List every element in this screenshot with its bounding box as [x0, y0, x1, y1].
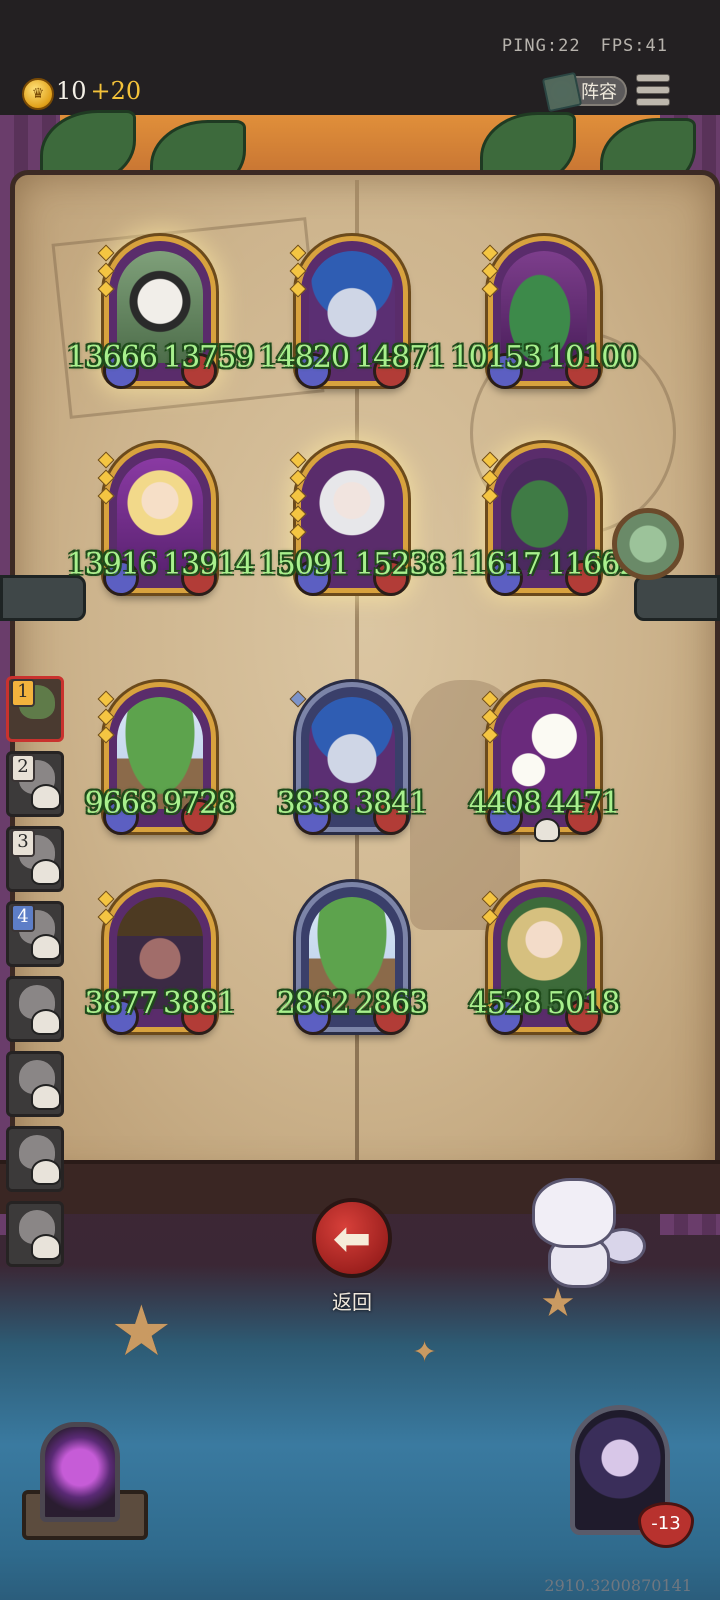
team-slot-1[interactable]: 1 — [6, 676, 64, 742]
hp-right-value: 13759 — [163, 340, 254, 375]
star-rank — [481, 690, 499, 744]
hp-readout: 13666 13759 — [60, 340, 260, 375]
hp-left-value: 11617 — [450, 547, 542, 582]
skull-icon — [31, 859, 61, 885]
stopwatch-item-icon[interactable] — [612, 508, 684, 580]
hp-right-value: 14871 — [355, 340, 446, 375]
hp-left-value: 15091 — [258, 547, 350, 582]
slot-number: 2 — [11, 754, 35, 782]
star-rank — [97, 451, 115, 505]
gold-income: +20 — [90, 77, 142, 105]
hp-readout: 2862 2863 — [252, 986, 452, 1021]
hp-left-value: 2862 — [276, 986, 350, 1021]
skull-icon — [31, 1159, 61, 1185]
lineup-label: 阵容 — [581, 82, 617, 103]
hp-right-value: 5018 — [547, 986, 620, 1021]
back-button[interactable]: ⬅ — [312, 1198, 392, 1278]
hp-readout: 3838 3841 — [252, 786, 452, 821]
hamburger-menu-icon[interactable] — [636, 74, 670, 106]
hp-left-value: 4528 — [468, 986, 542, 1021]
skull-icon — [31, 1009, 61, 1035]
team-slot-5[interactable] — [6, 976, 64, 1042]
team-slot-3[interactable]: 3 — [6, 826, 64, 892]
skull-icon — [31, 1084, 61, 1110]
hp-readout: 3877 3881 — [60, 986, 260, 1021]
hp-left-value: 9668 — [84, 786, 158, 821]
hp-left-value: 13666 — [66, 340, 158, 375]
star-rank — [289, 451, 307, 541]
hp-readout: 4408 4471 — [444, 786, 644, 821]
portal-icon[interactable] — [40, 1422, 120, 1522]
hp-readout: 10153 10100 — [444, 340, 644, 375]
version-text: 2910.3200870141 — [544, 1576, 692, 1595]
hp-right-value: 3841 — [355, 786, 428, 821]
team-slot-7[interactable] — [6, 1126, 64, 1192]
hp-right-value: 9728 — [163, 786, 236, 821]
hp-left-value: 4408 — [468, 786, 542, 821]
lineup-book-icon — [541, 71, 583, 113]
slot-number: 4 — [11, 904, 35, 932]
book-clamp-right — [634, 575, 720, 621]
crown-coin-icon: ♛ — [22, 78, 54, 110]
hp-right-value: 3881 — [163, 986, 236, 1021]
team-slot-6[interactable] — [6, 1051, 64, 1117]
ping-readout: PING:22 — [501, 36, 581, 56]
hp-readout: 9668 9728 — [60, 786, 260, 821]
skull-icon — [31, 784, 61, 810]
floor-star-decoration: ★ — [110, 1290, 173, 1372]
hp-readout: 14820 14871 — [252, 340, 452, 375]
hp-right-value: 13914 — [163, 547, 254, 582]
hp-right-value: 2863 — [355, 986, 428, 1021]
hp-right-value: 4471 — [547, 786, 620, 821]
hp-readout: 4528 5018 — [444, 986, 644, 1021]
arrow-left-icon: ⬅ — [332, 1211, 372, 1265]
star-rank — [289, 244, 307, 298]
team-slot-4[interactable]: 4 — [6, 901, 64, 967]
cat-pet[interactable] — [532, 1178, 646, 1288]
skull-icon — [31, 934, 61, 960]
hp-left-value: 13916 — [66, 547, 158, 582]
fps-readout: FPS:41 — [600, 36, 668, 56]
top-bar: PING:22 FPS:41 ♛ 10 +20 阵容 — [0, 0, 720, 115]
star-rank — [481, 451, 499, 505]
slot-number: 3 — [11, 829, 35, 857]
star-rank — [289, 690, 307, 708]
star-rank — [97, 890, 115, 926]
hp-left-value: 10153 — [450, 340, 542, 375]
gold-amount: 10 — [56, 77, 87, 105]
back-label: 返回 — [332, 1290, 372, 1314]
hp-left-value: 3877 — [84, 986, 158, 1021]
hp-right-value: 10100 — [547, 340, 638, 375]
team-slot-2[interactable]: 2 — [6, 751, 64, 817]
hp-left-value: 3838 — [276, 786, 350, 821]
gold-display: 10 +20 — [56, 77, 141, 105]
slot-number: 1 — [11, 679, 35, 707]
team-slot-8[interactable] — [6, 1201, 64, 1267]
skull-icon — [31, 1234, 61, 1260]
star-rank — [97, 690, 115, 744]
star-rank — [481, 244, 499, 298]
floor-star-decoration: ✦ — [412, 1335, 438, 1370]
lineup-button[interactable]: 阵容 — [541, 71, 627, 113]
star-rank — [97, 244, 115, 298]
team-sidebar: 1 2 3 4 — [0, 668, 70, 1268]
star-rank — [481, 890, 499, 926]
hp-left-value: 14820 — [258, 340, 350, 375]
hp-readout: 13916 13914 — [60, 547, 260, 582]
hp-right-value: 15238 — [355, 547, 446, 582]
hp-readout: 15091 15238 — [252, 547, 452, 582]
network-stats: PING:22 FPS:41 — [502, 36, 668, 56]
skull-icon — [534, 818, 560, 842]
